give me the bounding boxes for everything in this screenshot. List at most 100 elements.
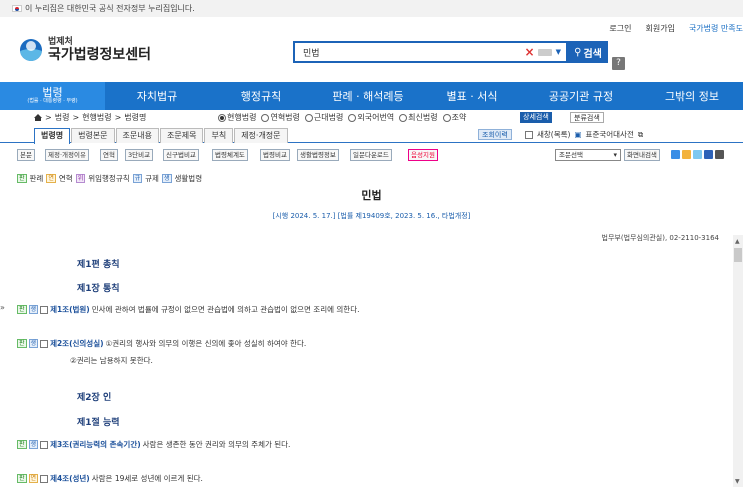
article-checkbox[interactable] <box>40 305 49 314</box>
life-law-tag-icon[interactable]: 생 <box>28 440 39 449</box>
article-checkbox[interactable] <box>40 474 49 483</box>
star-icon[interactable] <box>682 150 691 159</box>
article-name[interactable]: 제4조(성년) <box>50 473 90 484</box>
korea-flag-icon <box>12 5 22 12</box>
radio-modern[interactable]: 근대법령 <box>304 110 344 125</box>
nav-item-admin-rules[interactable]: 행정규칙 <box>209 82 313 110</box>
content-scrollbar[interactable]: ▲ ▼ <box>733 235 743 487</box>
advanced-search-button[interactable]: 상세검색 <box>520 112 552 123</box>
keyboard-icon[interactable] <box>537 48 552 56</box>
body-button[interactable]: 본문 <box>17 149 35 161</box>
main-nav: 법령 (법률 · 대통령령 · 부령) 자치법규 행정규칙 판례 · 해석례등 … <box>0 82 743 110</box>
login-link[interactable]: 로그인 <box>609 23 631 34</box>
life-law-tag-icon[interactable]: 생 <box>28 305 39 314</box>
three-way-compare-button[interactable]: 3단비교 <box>125 149 154 161</box>
download-button[interactable]: 일문다운로드 <box>350 149 392 161</box>
radio-history[interactable]: 연혁법령 <box>261 110 300 125</box>
breadcrumb-item[interactable]: 현행법령 <box>82 110 111 125</box>
nav-item-local-laws[interactable]: 자치법규 <box>105 82 209 110</box>
help-button[interactable]: ? <box>612 57 625 70</box>
nav-item-label: 행정규칙 <box>240 90 282 103</box>
tab-enactment[interactable]: 제정·개정문 <box>234 128 288 143</box>
history-tag-icon[interactable]: 연 <box>28 474 39 483</box>
precedent-tag-icon: 판 <box>17 174 27 183</box>
delegated-rule-tag-icon: 위 <box>75 174 86 183</box>
precedent-tag-icon[interactable]: 판 <box>17 305 27 314</box>
clear-icon[interactable]: × <box>522 45 538 59</box>
precedent-tag-icon[interactable]: 판 <box>17 440 27 449</box>
satisfaction-link[interactable]: 국가법령 만족도 <box>689 23 743 34</box>
revision-reason-button[interactable]: 제정·개정이유 <box>45 149 89 161</box>
article-paragraph: ②권리는 남용하지 못한다. <box>70 356 153 365</box>
breadcrumb-item[interactable]: 법령 <box>55 110 70 125</box>
nav-item-precedents[interactable]: 판례 · 해석례등 <box>313 82 423 110</box>
print-icon[interactable] <box>693 150 702 159</box>
share-icon[interactable] <box>671 150 680 159</box>
article-checkbox[interactable] <box>40 339 49 348</box>
dictionary-link[interactable]: 표준국어대사전 <box>586 129 634 140</box>
old-new-compare-button[interactable]: 신구법비교 <box>163 149 199 161</box>
precedent-tag-icon[interactable]: 판 <box>17 474 27 483</box>
screen-search-button[interactable]: 화면내검색 <box>624 149 660 161</box>
radio-label: 근대법령 <box>313 113 344 122</box>
search-button[interactable]: ⚲ 검색 <box>568 41 608 63</box>
tab-supplementary[interactable]: 부칙 <box>204 128 234 143</box>
scroll-down-icon[interactable]: ▼ <box>735 478 740 485</box>
nav-item-sublabel: (법률 · 대통령령 · 부령) <box>27 98 78 104</box>
article-3: 판 생 제3조(권리능력의 존속기간) 사람은 생존한 동안 권리와 의무의 주… <box>17 439 290 450</box>
history-tag-icon: 연 <box>46 174 56 183</box>
section-heading: 제1절 능력 <box>77 418 120 428</box>
search-tabs-bar: 법령명 법령본문 조문내용 조문제목 부칙 제정·개정문 조회이력 새창(목록)… <box>0 125 743 144</box>
legend-label: 생활법령 <box>174 174 203 183</box>
home-icon[interactable] <box>34 114 42 121</box>
tab-article-title[interactable]: 조문제목 <box>160 128 204 143</box>
nav-item-laws[interactable]: 법령 (법률 · 대통령령 · 부령) <box>0 82 105 110</box>
printer-icon[interactable] <box>715 150 724 159</box>
radio-treaty[interactable]: 조약 <box>442 110 467 125</box>
radio-current[interactable]: 현행법령 <box>218 110 256 125</box>
chevron-down-icon[interactable]: ▼ <box>556 48 561 56</box>
new-window-checkbox[interactable] <box>525 130 533 139</box>
radio-translation[interactable]: 외국어번역 <box>348 110 394 125</box>
tab-article-content[interactable]: 조문내용 <box>115 128 159 143</box>
article-select[interactable]: 조문선택 <box>555 149 621 161</box>
search-input[interactable] <box>295 43 522 61</box>
ministry-contact: 법무부(법무심의관실), 02-2110-3164 <box>601 234 719 242</box>
logo[interactable]: 법제처 국가법령정보센터 <box>20 37 151 63</box>
tab-law-name[interactable]: 법령명 <box>34 128 71 144</box>
life-law-tag-icon: 생 <box>161 174 172 183</box>
nav-item-label: 그밖의 정보 <box>664 90 720 103</box>
radio-unchecked-icon <box>399 113 408 122</box>
tab-law-body[interactable]: 법령본문 <box>71 128 115 143</box>
article-name[interactable]: 제1조(법원) <box>50 304 90 315</box>
nav-item-public-rules[interactable]: 공공기관 규정 <box>521 82 641 110</box>
nav-item-other-info[interactable]: 그밖의 정보 <box>641 82 743 110</box>
nav-item-label: 공공기관 규정 <box>548 90 614 103</box>
top-links: 로그인 회원가입 국가법령 만족도 <box>609 23 743 34</box>
law-meta[interactable]: [시행 2024. 5. 17.] [법률 제19409호, 2023. 5. … <box>0 211 743 221</box>
life-law-button[interactable]: 생활법령정보 <box>297 149 339 161</box>
radio-label: 조약 <box>451 113 467 122</box>
nav-item-tables-forms[interactable]: 별표 · 서식 <box>423 82 521 110</box>
signup-link[interactable]: 회원가입 <box>645 23 674 34</box>
scroll-thumb[interactable] <box>734 248 742 262</box>
part-heading: 제1편 총칙 <box>77 260 120 270</box>
classified-search-button[interactable]: 분류검색 <box>570 112 604 123</box>
article-name[interactable]: 제3조(권리능력의 존속기간) <box>50 439 141 450</box>
audio-support-button[interactable]: 음성지원 <box>408 149 438 161</box>
article-4: 판 연 제4조(성년) 사람은 19세로 성년에 이르게 된다. <box>17 473 203 484</box>
radio-latest[interactable]: 최신법령 <box>399 110 438 125</box>
law-toolbar: 본문 제정·개정이유 연혁 3단비교 신구법비교 법령체계도 법령비교 생활법령… <box>0 149 743 163</box>
precedent-tag-icon[interactable]: 판 <box>17 339 27 348</box>
article-checkbox[interactable] <box>40 440 49 449</box>
regulation-tag-icon: 규 <box>132 174 143 183</box>
article-name[interactable]: 제2조(신의성실) <box>50 338 103 349</box>
life-law-tag-icon[interactable]: 생 <box>28 339 39 348</box>
scroll-up-icon[interactable]: ▲ <box>735 238 740 245</box>
law-structure-button[interactable]: 법령체계도 <box>212 149 248 161</box>
history-button[interactable]: 조회이력 <box>478 129 512 140</box>
law-compare-button[interactable]: 법령비교 <box>260 149 290 161</box>
article-1: 판 생 제1조(법원) 민사에 관하여 법률에 규정이 없으면 관습법에 의하고… <box>17 304 359 315</box>
history-view-button[interactable]: 연혁 <box>100 149 118 161</box>
save-icon[interactable] <box>704 150 713 159</box>
